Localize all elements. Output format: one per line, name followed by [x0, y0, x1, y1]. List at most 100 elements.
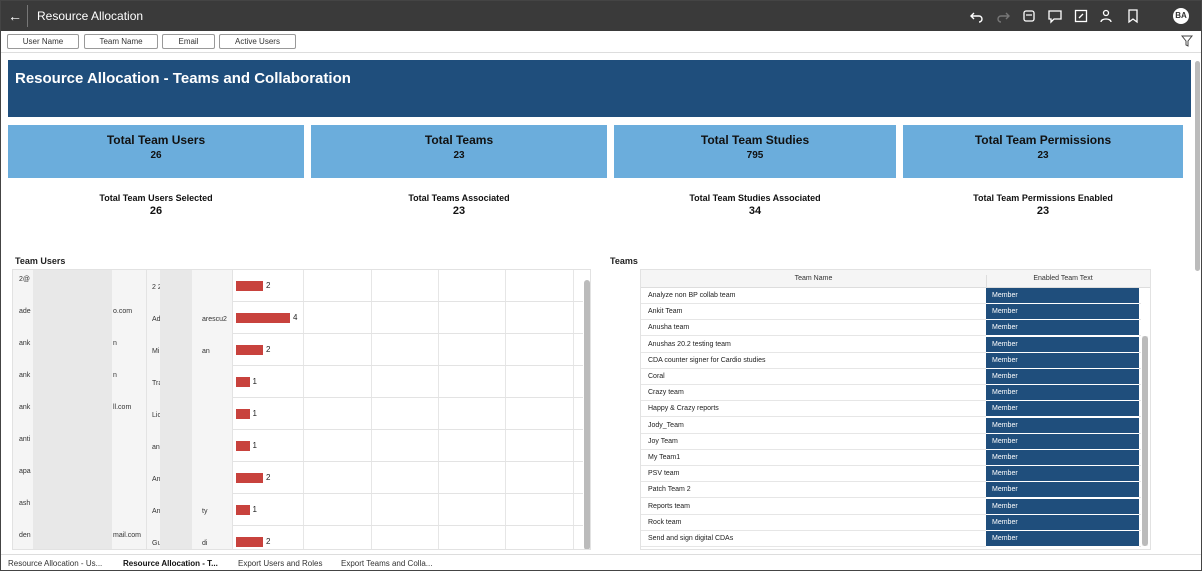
sheet-tab[interactable]: Resource Allocation - T...: [123, 559, 218, 568]
kpi-total-teams: Total Teams 23: [311, 125, 607, 178]
kpi-label: Total Team Studies: [700, 133, 810, 147]
enabled-text: Member: [992, 340, 1018, 348]
enabled-text: Member: [992, 405, 1018, 413]
table-row[interactable]: Happy & Crazy reports Member: [641, 401, 1141, 418]
filter-icon[interactable]: [1181, 35, 1193, 47]
table-row[interactable]: Joy Team Member: [641, 433, 1141, 450]
enabled-text: Member: [992, 389, 1018, 397]
enabled-cell: Member: [986, 531, 1139, 547]
sheet-tab[interactable]: Export Teams and Colla...: [341, 559, 432, 568]
subkpi-value: 23: [1036, 205, 1050, 217]
bar-label: 1: [252, 505, 257, 514]
user-name-tail: ty: [202, 508, 208, 515]
enabled-cell: Member: [986, 498, 1139, 515]
filter-chip-email[interactable]: Email: [162, 34, 215, 49]
bar[interactable]: [236, 345, 263, 355]
user-email-tail: ll.com: [113, 404, 132, 411]
subkpi-teams-associated: Total Teams Associated 23: [311, 193, 607, 217]
filter-chip-active-users[interactable]: Active Users: [219, 34, 296, 49]
enabled-cell: Member: [986, 514, 1139, 531]
toolbar: [969, 8, 1141, 24]
user-email: apa: [19, 468, 31, 475]
user-email: anti: [19, 436, 31, 443]
app-window: ← Resource Allocation BA User Name Team …: [0, 0, 1202, 571]
team-name: Send and sign digital CDAs: [648, 535, 734, 542]
avatar[interactable]: BA: [1173, 8, 1189, 24]
bar[interactable]: [236, 281, 263, 291]
sheet-tabs: Resource Allocation - Us... Resource Allo…: [1, 554, 1201, 570]
team-name: My Team1: [648, 454, 681, 461]
back-arrow-icon[interactable]: ←: [7, 8, 23, 24]
bar[interactable]: [236, 537, 263, 547]
bar-label: 2: [266, 345, 271, 354]
sheet-tab[interactable]: Resource Allocation - Us...: [8, 559, 102, 568]
enabled-text: Member: [992, 470, 1018, 478]
enabled-cell: Member: [986, 352, 1139, 369]
user-email: ash: [19, 500, 31, 507]
filter-chip-team-name[interactable]: Team Name: [84, 34, 158, 49]
kpi-value: 23: [453, 150, 465, 161]
user-email-tail: n: [113, 340, 117, 347]
divider: [27, 5, 28, 27]
sheet-tab[interactable]: Export Users and Roles: [238, 559, 322, 568]
data-source-icon[interactable]: [1021, 8, 1037, 24]
enabled-text: Member: [992, 292, 1018, 299]
table-row[interactable]: Rock team Member: [641, 514, 1141, 531]
bar[interactable]: [236, 313, 290, 323]
teams-scrollbar[interactable]: [1142, 336, 1148, 546]
user-name: Mi: [152, 348, 160, 355]
table-row[interactable]: Analyze non BP collab team Member: [641, 288, 1141, 304]
user-email: ank: [19, 404, 31, 411]
kpi-label: Total Team Users: [106, 133, 206, 147]
enabled-text: Member: [992, 356, 1018, 364]
table-row[interactable]: Jody_Team Member: [641, 417, 1141, 434]
team-name: Anusha team: [648, 324, 690, 332]
team-name: Coral: [648, 373, 665, 380]
table-row[interactable]: Anusha team Member: [641, 320, 1141, 337]
user-email-tail: o.com: [113, 308, 133, 315]
team-users-scrollbar[interactable]: [584, 280, 590, 549]
enabled-cell: Member: [986, 288, 1139, 304]
bar[interactable]: [236, 505, 250, 515]
kpi-total-team-permissions: Total Team Permissions 23: [903, 125, 1183, 178]
subkpi-team-permissions-enabled: Total Team Permissions Enabled 23: [903, 193, 1183, 217]
table-row[interactable]: Ankit Team Member: [641, 304, 1141, 321]
page-scrollbar[interactable]: [1195, 61, 1200, 271]
scrollbar-thumb[interactable]: [1142, 336, 1148, 546]
table-row[interactable]: Patch Team 2 Member: [641, 482, 1141, 499]
bookmark-icon[interactable]: [1125, 8, 1141, 24]
enabled-text: Member: [992, 308, 1018, 316]
undo-icon[interactable]: [969, 8, 985, 24]
table-row[interactable]: Reports team Member: [641, 498, 1141, 515]
bar[interactable]: [236, 377, 250, 387]
team-name: Anushas 20.2 testing team: [648, 340, 731, 348]
subkpi-label: Total Team Permissions Enabled: [973, 193, 1113, 203]
bar[interactable]: [236, 473, 263, 483]
user-name: an: [152, 444, 160, 451]
comment-icon[interactable]: [1047, 8, 1063, 24]
table-row[interactable]: CDA counter signer for Cardio studies Mem…: [641, 352, 1141, 369]
bar[interactable]: [236, 409, 250, 419]
column-header-enabled-team-text[interactable]: Enabled Team Text: [986, 275, 1139, 288]
table-row[interactable]: PSV team Member: [641, 466, 1141, 483]
subkpi-team-studies-associated: Total Team Studies Associated 34: [614, 193, 896, 217]
share-user-icon[interactable]: [1099, 8, 1115, 24]
user-email: den: [19, 532, 31, 539]
user-email: ank: [19, 372, 31, 379]
table-row[interactable]: Send and sign digital CDAs Member: [641, 531, 1141, 547]
table-row[interactable]: Crazy team Member: [641, 385, 1141, 402]
bar[interactable]: [236, 441, 250, 451]
kpi-value: 26: [150, 150, 162, 161]
table-row[interactable]: Anushas 20.2 testing team Member: [641, 336, 1141, 353]
column-header-team-name[interactable]: Team Name: [641, 275, 986, 282]
present-icon[interactable]: [1073, 8, 1089, 24]
table-row[interactable]: My Team1 Member: [641, 450, 1141, 466]
filter-chip-user-name[interactable]: User Name: [7, 34, 79, 49]
redacted-region: [33, 270, 112, 549]
redo-icon[interactable]: [995, 8, 1011, 24]
enabled-text: Member: [992, 324, 1018, 332]
team-name: Crazy team: [648, 389, 684, 397]
team-users-title: Team Users: [15, 256, 66, 266]
team-name: Patch Team 2: [648, 486, 691, 494]
table-row[interactable]: Coral Member: [641, 369, 1141, 385]
